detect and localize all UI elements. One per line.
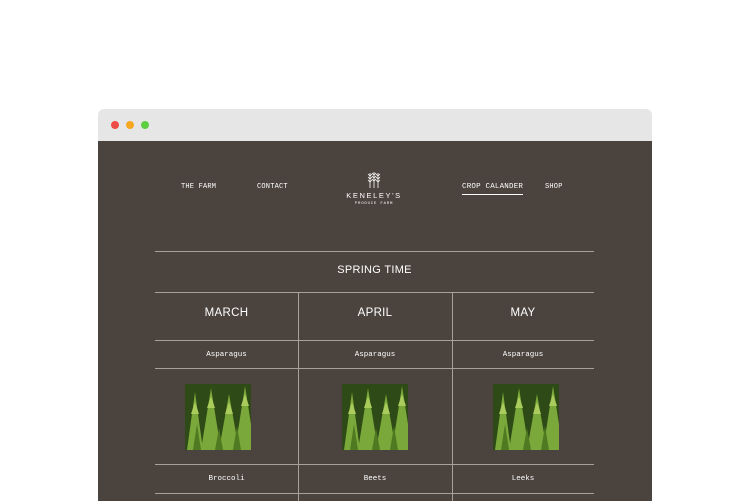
crop-item[interactable]: Leeks [452, 475, 594, 483]
asparagus-image[interactable] [185, 384, 251, 450]
column-divider [298, 292, 299, 501]
divider [155, 368, 594, 369]
month-april: APRIL [357, 307, 393, 319]
asparagus-image[interactable] [342, 384, 408, 450]
browser-window: THE FARM CONTACT KENELEY'S PRODUCE FARM … [98, 109, 652, 501]
crop-item[interactable]: Asparagus [298, 351, 452, 359]
site-logo[interactable]: KENELEY'S PRODUCE FARM [338, 171, 410, 206]
nav-link-crop-calander[interactable]: CROP CALANDER [462, 183, 524, 195]
divider [155, 292, 594, 293]
divider [155, 251, 594, 252]
maximize-window-button[interactable] [141, 121, 149, 129]
nav-link-shop[interactable]: SHOP [545, 183, 563, 191]
browser-titlebar [98, 109, 652, 141]
page-content: THE FARM CONTACT KENELEY'S PRODUCE FARM … [98, 141, 652, 501]
month-may: MAY [510, 307, 536, 319]
minimize-window-button[interactable] [126, 121, 134, 129]
divider [155, 493, 594, 494]
asparagus-image[interactable] [493, 384, 559, 450]
month-march: MARCH [204, 307, 249, 319]
crop-item[interactable]: Asparagus [452, 351, 594, 359]
logo-name: KENELEY'S [346, 191, 402, 200]
logo-subtitle: PRODUCE FARM [354, 202, 394, 206]
wheat-logo-icon [367, 172, 381, 188]
close-window-button[interactable] [111, 121, 119, 129]
divider [155, 464, 594, 465]
crop-item[interactable]: Asparagus [155, 351, 298, 359]
column-divider [452, 292, 453, 501]
nav-link-the-farm[interactable]: THE FARM [181, 183, 216, 191]
season-title: SPRING TIME [337, 264, 412, 276]
divider [155, 340, 594, 341]
crop-item[interactable]: Beets [298, 475, 452, 483]
crop-item[interactable]: Broccoli [155, 475, 298, 483]
nav-link-contact[interactable]: CONTACT [257, 183, 288, 191]
crop-calendar: SPRING TIME MARCH APRIL MAY Asparagus As… [155, 251, 594, 501]
